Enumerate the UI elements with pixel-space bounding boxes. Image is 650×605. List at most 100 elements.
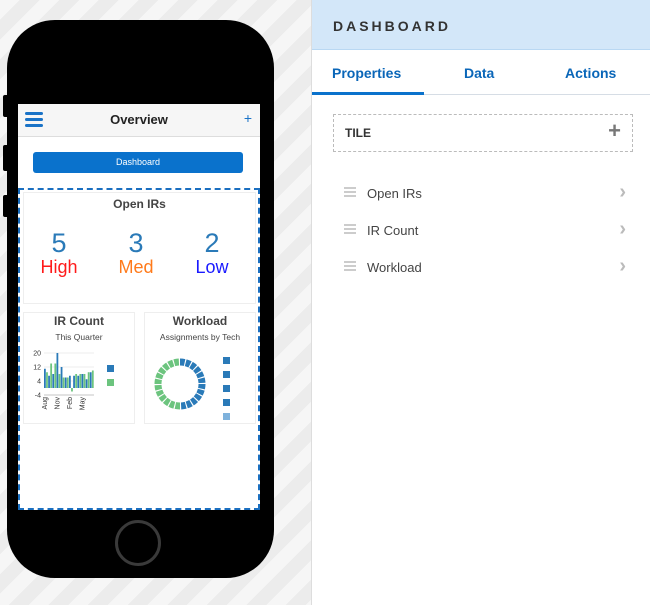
legend-swatch [223,413,230,420]
bar [54,363,57,388]
x-tick-label: Aug [42,397,49,410]
bar [66,377,69,388]
donut-slice [180,401,187,410]
tile-workload[interactable]: Workload Assignments by Tech [144,312,256,424]
drag-handle-icon[interactable] [344,261,356,273]
donut-slice [189,361,198,371]
y-tick-label: 12 [33,365,41,372]
x-tick-label: Nov [55,397,62,410]
donut-slice [184,359,192,368]
ir-count-bar-chart: 20 12 4 -4Aug Nov Feb May [33,351,114,411]
panel-header: DASHBOARD [312,0,650,50]
legend-swatch [107,379,114,386]
donut-slice [193,365,202,375]
bar [73,375,75,388]
y-tick-label: 20 [33,351,41,358]
x-tick-label: Feb [67,397,74,409]
donut-slice [161,362,171,371]
legend-swatch [223,399,230,406]
chevron-right-icon[interactable]: › [619,181,626,204]
bar [50,363,53,388]
donut-slice [154,384,163,391]
bar [56,353,59,388]
tab-data[interactable]: Data [464,65,494,81]
bar [60,367,63,388]
bar [81,374,84,388]
donut-slice [168,400,176,409]
bar [77,375,80,388]
item-label: Workload [367,260,422,275]
item-label: Open IRs [367,186,422,201]
stat-label: Low [195,257,229,277]
bar [75,374,78,388]
bar [85,379,88,388]
list-item-ir-count[interactable]: IR Count › [344,218,626,243]
legend-swatch [223,385,230,392]
properties-panel: DASHBOARD Properties Data Actions TILE +… [311,0,650,605]
chevron-right-icon[interactable]: › [619,255,626,278]
donut-slice [158,393,167,403]
donut-slice [185,399,193,409]
bar [48,375,50,388]
chevron-right-icon[interactable]: › [619,218,626,241]
donut-slice [196,388,205,396]
donut-slice [197,377,206,384]
tile-open-irs[interactable]: Open IRs 5 High 3 Med 2 Low [23,192,256,304]
phone-home-button [115,520,161,566]
plus-icon[interactable]: + [244,110,252,126]
donut-slice [193,393,203,402]
donut-slice [167,359,175,369]
selected-tiles-area[interactable]: Open IRs 5 High 3 Med 2 Low IR Count This Q… [18,188,260,510]
panel-tabs: Properties Data Actions [312,50,650,95]
stat-value: 2 [204,228,220,258]
list-item-workload[interactable]: Workload › [344,255,626,280]
bar [44,368,46,388]
tile-subtitle: Assignments by Tech [159,332,241,342]
bar [87,372,90,388]
bar [64,377,67,388]
y-tick-label: 4 [37,379,41,386]
workload-donut-chart [154,357,230,420]
top-bar: Overview + [18,104,260,137]
drag-handle-icon[interactable] [344,187,356,199]
stat-high: 5 High [29,229,89,277]
add-tile-box[interactable]: TILE + [333,114,633,152]
bar [69,375,71,388]
bar [58,374,61,388]
stat-value: 5 [51,228,67,258]
stat-label: Med [118,257,154,277]
bar [89,372,92,388]
plus-icon[interactable]: + [608,118,621,144]
bar [83,374,86,388]
phone-screen: Overview + Dashboard Open IRs 5 High 3 Med… [18,104,260,510]
bar [79,374,82,388]
stat-value: 3 [128,228,144,258]
active-tab-indicator [312,92,424,95]
tile-title: Workload [172,314,228,328]
bar [71,388,73,392]
donut-slice [189,397,199,406]
donut-slice [157,366,167,375]
legend-swatch [107,365,114,372]
dashboard-button[interactable]: Dashboard [33,152,243,173]
tile-title: IR Count [54,314,104,328]
x-tick-label: May [80,397,87,411]
stat-label: High [40,257,78,277]
donut-slice [195,371,205,379]
bar [62,377,65,388]
legend-swatch [223,371,230,378]
bar [52,374,55,388]
stat-low: 2 Low [182,229,242,277]
donut-slice [173,358,180,367]
tile-ir-count[interactable]: IR Count This Quarter 20 12 4 -4 Aug Nov Feb Ma… [23,312,135,424]
y-tick-label: -4 [35,393,41,400]
drag-handle-icon[interactable] [344,224,356,236]
item-label: IR Count [367,223,419,238]
tab-actions[interactable]: Actions [565,65,616,81]
stat-med: 3 Med [106,229,166,277]
page-title: Overview [110,112,168,127]
list-item-open-irs[interactable]: Open IRs › [344,181,626,206]
tab-properties[interactable]: Properties [332,65,401,81]
tile-title: Open IRs [113,197,166,211]
donut-slice [162,397,171,407]
